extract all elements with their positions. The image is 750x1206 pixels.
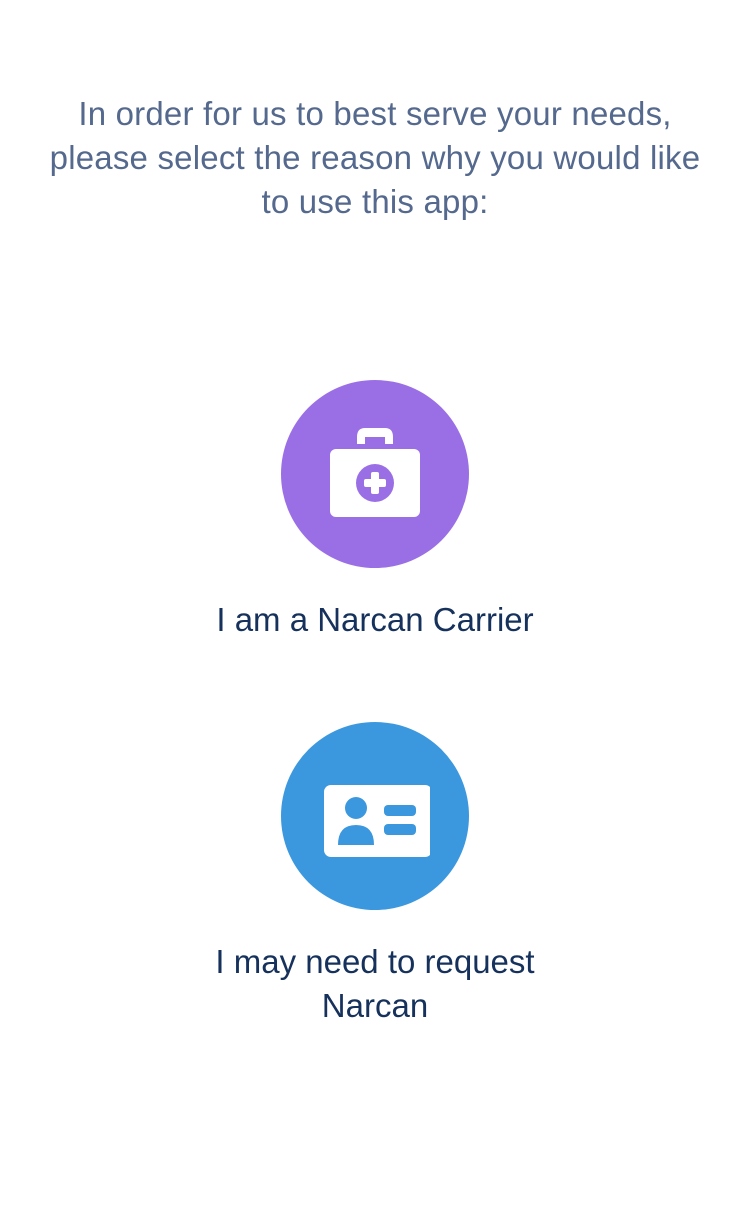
request-narcan-button[interactable] — [281, 722, 469, 910]
request-narcan-option[interactable]: I may need to request Narcan — [0, 722, 750, 1028]
narcan-carrier-button[interactable] — [281, 380, 469, 568]
narcan-carrier-label: I am a Narcan Carrier — [216, 601, 534, 638]
first-aid-kit-icon — [330, 428, 420, 517]
intro-text: In order for us to best serve your needs… — [49, 95, 701, 220]
contact-card-icon — [324, 785, 430, 857]
narcan-carrier-option[interactable]: I am a Narcan Carrier — [0, 380, 750, 642]
request-narcan-label: I may need to request Narcan — [215, 943, 535, 1024]
